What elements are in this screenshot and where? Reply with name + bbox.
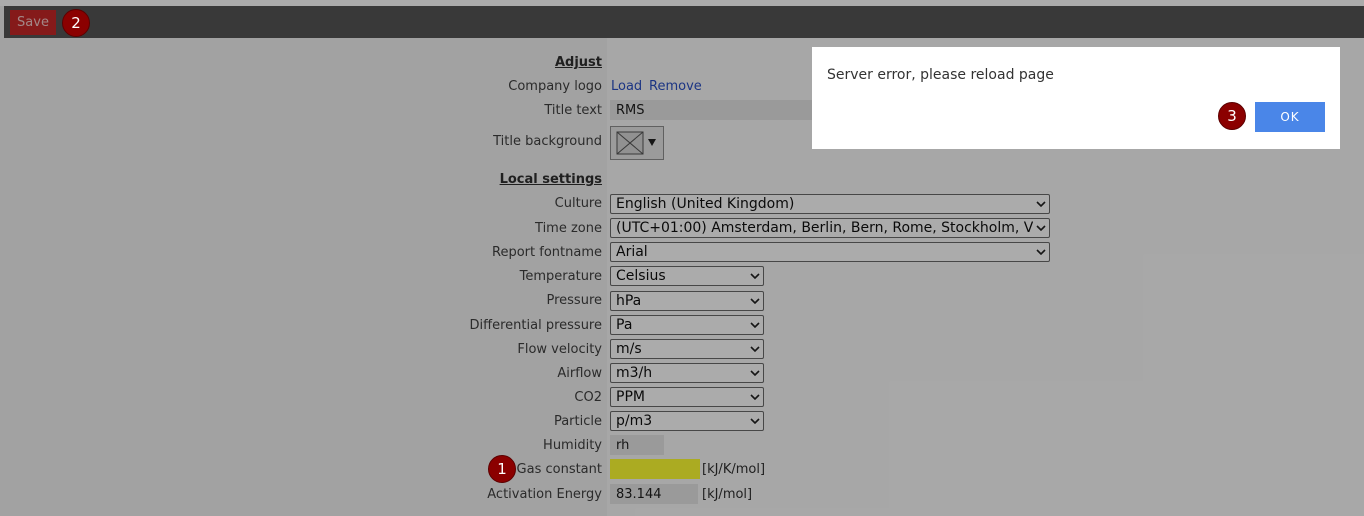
annotation-badge-1: 1 — [488, 455, 516, 483]
error-message: Server error, please reload page — [827, 67, 1054, 83]
annotation-badge-3: 3 — [1218, 102, 1246, 130]
error-dialog: Server error, please reload page 3 OK — [812, 47, 1340, 149]
ok-button[interactable]: OK — [1255, 102, 1325, 132]
annotation-badge-2: 2 — [62, 9, 90, 37]
